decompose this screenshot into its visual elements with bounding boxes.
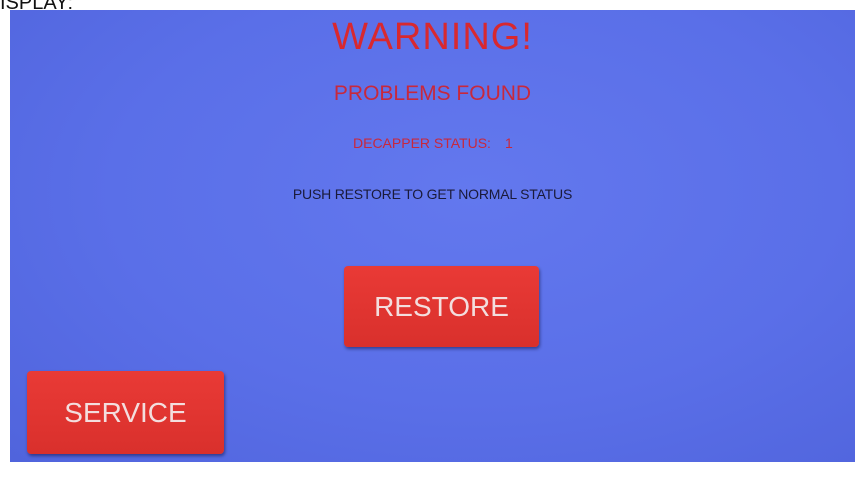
service-button[interactable]: SERVICE (27, 371, 224, 454)
decapper-status: DECAPPER STATUS: 1 (353, 135, 513, 151)
problems-found-label: PROBLEMS FOUND (333, 82, 532, 105)
touch-screen-display: WARNING! PROBLEMS FOUND DECAPPER STATUS:… (10, 10, 855, 462)
restore-button[interactable]: RESTORE (344, 266, 539, 347)
warning-title: WARNING! (332, 16, 533, 58)
decapper-status-label: DECAPPER STATUS: (353, 135, 491, 151)
decapper-status-value: 1 (504, 135, 513, 151)
restore-instruction: PUSH RESTORE TO GET NORMAL STATUS (292, 186, 573, 202)
